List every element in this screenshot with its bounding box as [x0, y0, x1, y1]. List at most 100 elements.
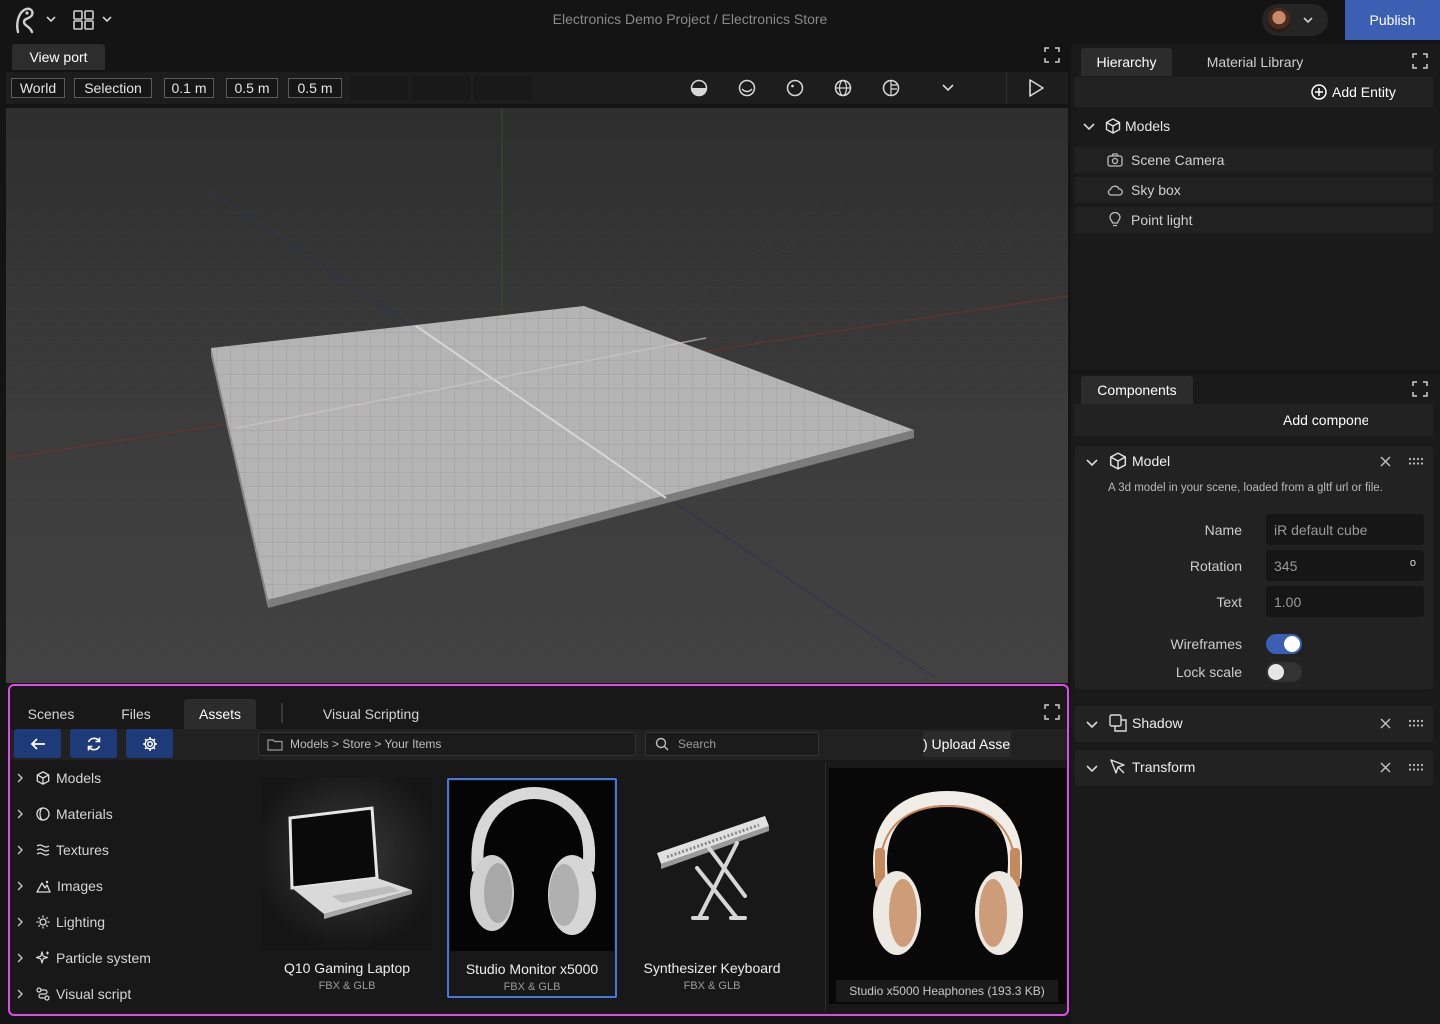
sparkle-icon	[36, 951, 50, 965]
upload-asset-button[interactable]: ) Upload Asse	[923, 731, 1011, 757]
chevron-right-icon	[14, 952, 26, 964]
close-icon[interactable]	[1379, 761, 1392, 774]
shading-solid-icon[interactable]	[690, 79, 708, 97]
tab-components[interactable]: Components	[1081, 376, 1193, 404]
chevron-right-icon	[14, 844, 26, 856]
category-visual-script[interactable]: Visual script	[14, 982, 131, 1006]
text-label: Text	[1216, 594, 1242, 610]
cube-icon	[1109, 452, 1127, 470]
chevron-down-icon[interactable]	[101, 13, 113, 25]
cube-icon	[36, 771, 50, 785]
play-icon[interactable]	[1027, 78, 1045, 98]
drag-handle-icon[interactable]	[1408, 457, 1425, 466]
app-logo-icon[interactable]	[12, 6, 38, 34]
chevron-down-icon[interactable]	[45, 13, 57, 25]
tab-assets[interactable]: Assets	[184, 699, 256, 729]
rotation-field[interactable]: 345 o	[1266, 550, 1424, 581]
toolbar-slot[interactable]	[474, 76, 532, 100]
chevron-down-icon[interactable]	[1085, 761, 1099, 775]
shadow-icon	[1109, 714, 1128, 733]
tree-root-models[interactable]: Models	[1082, 114, 1170, 138]
shading-unlit-icon[interactable]	[786, 79, 804, 97]
search-input[interactable]: Search	[645, 732, 819, 756]
chevron-down-icon	[1082, 119, 1096, 133]
back-button[interactable]	[14, 729, 61, 758]
close-icon[interactable]	[1379, 455, 1392, 468]
cloud-icon	[1107, 184, 1123, 196]
category-models[interactable]: Models	[14, 766, 101, 790]
tab-material-library[interactable]: Material Library	[1190, 48, 1320, 76]
category-label: Images	[57, 878, 103, 894]
publish-button[interactable]: Publish	[1345, 0, 1440, 40]
add-entity-button[interactable]: Add Entity	[1310, 79, 1406, 105]
space-toggle[interactable]: World	[11, 78, 65, 98]
category-particle-system[interactable]: Particle system	[14, 946, 151, 970]
chevron-down-icon[interactable]	[1085, 717, 1099, 731]
lock-scale-toggle[interactable]	[1266, 662, 1302, 682]
user-menu[interactable]	[1262, 4, 1328, 36]
shading-contrast-icon[interactable]	[882, 79, 900, 97]
arrow-left-icon	[30, 737, 46, 751]
components-toolbar	[1075, 404, 1433, 436]
tab-hierarchy[interactable]: Hierarchy	[1081, 48, 1172, 76]
refresh-button[interactable]	[70, 729, 117, 758]
tree-item-sky-box[interactable]: Sky box	[1075, 177, 1433, 203]
chevron-down-icon[interactable]	[941, 82, 955, 94]
translate-snap[interactable]: 0.1 m	[164, 78, 214, 98]
close-icon[interactable]	[1379, 717, 1392, 730]
name-field[interactable]: iR default cube	[1266, 514, 1424, 545]
toolbar-divider	[1006, 72, 1007, 104]
add-component-button[interactable]: Add compone	[1278, 408, 1368, 432]
wireframes-toggle[interactable]	[1266, 634, 1302, 654]
toolbar-slot[interactable]	[350, 76, 408, 100]
category-label: Models	[56, 770, 102, 786]
rotation-label: Rotation	[1189, 558, 1242, 574]
add-entity-label: Add Entity	[1332, 84, 1396, 100]
expand-icon[interactable]	[1044, 47, 1060, 63]
chevron-right-icon	[14, 916, 26, 928]
category-materials[interactable]: Materials	[14, 802, 113, 826]
selection-mode[interactable]: Selection	[74, 78, 152, 98]
degree-unit: o	[1409, 557, 1416, 569]
tree-item-point-light[interactable]: Point light	[1075, 207, 1433, 233]
cube-icon	[1105, 118, 1121, 134]
asset-title: Studio Monitor x5000	[465, 961, 599, 977]
shading-lit-icon[interactable]	[738, 79, 756, 97]
viewport-toolbar: World Selection 0.1 m 0.5 m 0.5 m	[6, 72, 1068, 104]
category-lighting[interactable]: Lighting	[14, 910, 105, 934]
project-title: Electronics Demo Project / Electronics S…	[552, 11, 828, 27]
rotate-snap[interactable]: 0.5 m	[226, 78, 278, 98]
tab-files[interactable]: Files	[108, 699, 164, 729]
asset-card[interactable]: Synthesizer Keyboard FBX & GLB	[627, 778, 797, 998]
settings-button[interactable]	[126, 729, 173, 758]
expand-icon[interactable]	[1044, 704, 1060, 720]
asset-card[interactable]: Q10 Gaming Laptop FBX & GLB	[262, 778, 432, 998]
tab-scenes[interactable]: Scenes	[16, 699, 86, 729]
chevron-down-icon[interactable]	[1085, 455, 1099, 469]
category-textures[interactable]: Textures	[14, 838, 109, 862]
model-description: A 3d model in your scene, loaded from a …	[1108, 482, 1383, 494]
expand-icon[interactable]	[1412, 381, 1428, 397]
texture-icon	[36, 844, 50, 856]
expand-icon[interactable]	[1412, 53, 1428, 69]
asset-title: Q10 Gaming Laptop	[283, 960, 411, 976]
gear-icon	[142, 736, 158, 752]
viewport-canvas[interactable]	[6, 108, 1068, 683]
category-label: Materials	[56, 806, 113, 822]
drag-handle-icon[interactable]	[1408, 719, 1425, 728]
camera-icon	[1107, 153, 1123, 167]
breadcrumb[interactable]: Models > Store > Your Items	[258, 732, 636, 756]
tab-viewport[interactable]: View port	[12, 44, 105, 70]
apps-grid-icon[interactable]	[73, 10, 95, 30]
scale-snap[interactable]: 0.5 m	[288, 78, 342, 98]
text-field[interactable]: 1.00	[1266, 586, 1424, 617]
toolbar-slot[interactable]	[412, 76, 470, 100]
drag-handle-icon[interactable]	[1408, 763, 1425, 772]
globe-icon[interactable]	[834, 79, 852, 97]
name-label: Name	[1204, 522, 1242, 538]
tab-visual-scripting[interactable]: Visual Scripting	[310, 699, 432, 729]
tree-item-scene-camera[interactable]: Scene Camera	[1075, 147, 1433, 173]
asset-card-selected[interactable]: Studio Monitor x5000 FBX & GLB	[447, 778, 617, 998]
asset-title: Synthesizer Keyboard	[643, 960, 781, 976]
category-images[interactable]: Images	[14, 874, 103, 898]
